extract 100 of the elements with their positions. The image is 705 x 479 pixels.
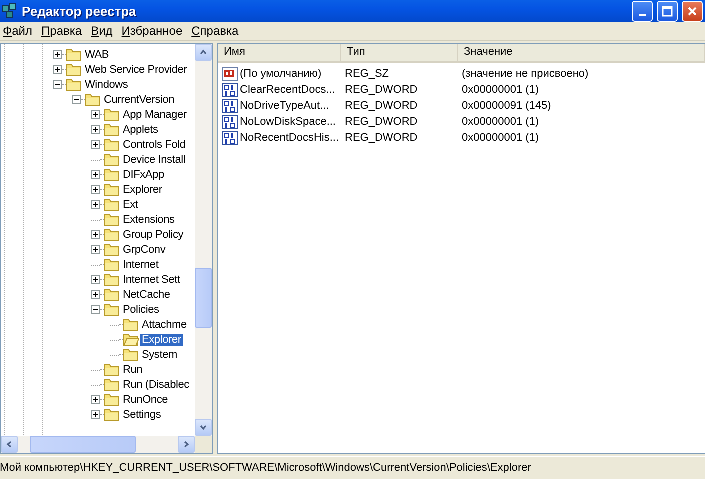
column-header[interactable]: Тип: [341, 44, 458, 61]
value-name[interactable]: NoRecentDocsHis...: [222, 131, 345, 145]
menu-item[interactable]: Справка: [188, 24, 245, 38]
maximize-button[interactable]: [657, 0, 678, 22]
tree-item[interactable]: Ext: [121, 198, 140, 210]
tree-item[interactable]: Web Service Provider: [83, 64, 190, 76]
expand-button[interactable]: [91, 140, 100, 149]
expand-button[interactable]: [91, 230, 100, 239]
folder-icon: [104, 212, 120, 226]
tree-item[interactable]: Applets: [121, 124, 160, 136]
minus-icon: [55, 82, 60, 87]
vertical-scrollbar[interactable]: [195, 44, 212, 436]
menu-item[interactable]: Вид: [88, 24, 119, 38]
plus-icon: [93, 112, 98, 117]
tree-item[interactable]: Internet: [121, 258, 161, 270]
folder-icon: [85, 92, 101, 106]
tree-item[interactable]: Attachme: [140, 318, 189, 330]
tree-item[interactable]: Run: [121, 364, 145, 376]
expand-button[interactable]: [53, 50, 62, 59]
plus-icon: [93, 397, 98, 402]
binary-value-icon: [222, 131, 238, 145]
value-name[interactable]: NoLowDiskSpace...: [222, 115, 345, 129]
tree-item[interactable]: GrpConv: [121, 244, 168, 256]
tree-item[interactable]: CurrentVersion: [102, 94, 177, 106]
tree-item[interactable]: Policies: [121, 304, 162, 316]
folder-icon: [66, 48, 82, 62]
value-type: REG_DWORD: [345, 84, 419, 96]
minimize-button[interactable]: [632, 0, 653, 22]
tree-item[interactable]: Extensions: [121, 214, 177, 226]
tree-item[interactable]: Explorer: [121, 184, 164, 196]
expand-button[interactable]: [91, 275, 100, 284]
tree-item[interactable]: Controls Fold: [121, 138, 188, 150]
expand-button[interactable]: [53, 65, 62, 74]
scroll-right-button[interactable]: [178, 436, 195, 453]
menu-item[interactable]: Избранное: [118, 24, 189, 38]
value-name[interactable]: (По умолчанию): [222, 67, 345, 81]
folder-icon: [104, 288, 120, 302]
menu-item[interactable]: Файл: [0, 24, 39, 38]
tree-item[interactable]: Internet Sett: [121, 274, 182, 286]
scroll-thumb[interactable]: [195, 268, 212, 328]
window-title: Редактор реестра: [22, 4, 138, 18]
expand-button[interactable]: [91, 170, 100, 179]
value-name[interactable]: ClearRecentDocs...: [222, 83, 345, 97]
string-value-icon: [222, 67, 238, 81]
plus-icon: [93, 142, 98, 147]
value-name-text: (По умолчанию): [240, 68, 322, 80]
value-type: REG_DWORD: [345, 132, 419, 144]
binary-value-icon: [222, 83, 238, 97]
expand-button[interactable]: [91, 290, 100, 299]
expand-button[interactable]: [91, 245, 100, 254]
value-name[interactable]: NoDriveTypeAut...: [222, 99, 345, 113]
tree-item[interactable]: Explorer: [140, 334, 184, 346]
tree-item[interactable]: Windows: [83, 78, 130, 90]
expand-button[interactable]: [91, 200, 100, 209]
collapse-button[interactable]: [72, 95, 81, 104]
folder-icon: [104, 198, 120, 212]
value-data: 0x00000091 (145): [462, 100, 552, 112]
collapse-button[interactable]: [91, 305, 100, 314]
tree-item[interactable]: NetCache: [121, 288, 172, 300]
horizontal-scrollbar[interactable]: [1, 436, 195, 453]
menu-item[interactable]: Правка: [38, 24, 88, 38]
close-button[interactable]: [682, 0, 703, 22]
tree-item[interactable]: Settings: [121, 408, 164, 420]
minimize-icon: [639, 14, 646, 16]
registry-icon: [2, 3, 18, 19]
value-data: 0x00000001 (1): [462, 132, 540, 144]
value-type: REG_DWORD: [345, 116, 419, 128]
scroll-left-button[interactable]: [1, 436, 18, 453]
tree-item[interactable]: Group Policy: [121, 228, 186, 240]
plus-icon: [93, 172, 98, 177]
close-icon: [687, 6, 698, 16]
scroll-up-button[interactable]: [195, 44, 212, 61]
scroll-thumb[interactable]: [30, 436, 136, 453]
tree-item[interactable]: DIFxApp: [121, 168, 166, 180]
expand-button[interactable]: [91, 110, 100, 119]
folder-icon: [104, 138, 120, 152]
minus-icon: [93, 307, 98, 312]
collapse-button[interactable]: [53, 80, 62, 89]
value-data: 0x00000001 (1): [462, 84, 540, 96]
minus-icon: [74, 97, 79, 102]
column-header[interactable]: Значение: [458, 44, 705, 61]
tree-item[interactable]: RunOnce: [121, 394, 170, 406]
expand-button[interactable]: [91, 410, 100, 419]
expand-button[interactable]: [91, 125, 100, 134]
plus-icon: [55, 67, 60, 72]
tree-item[interactable]: Run (Disablec: [121, 378, 192, 390]
tree-item[interactable]: WAB: [83, 48, 112, 60]
expand-button[interactable]: [91, 185, 100, 194]
column-header[interactable]: Имя: [218, 44, 341, 61]
tree-item[interactable]: App Manager: [121, 108, 189, 120]
binary-value-icon: [222, 115, 238, 129]
tree-item[interactable]: Device Install: [121, 154, 188, 166]
value-name-text: NoLowDiskSpace...: [240, 116, 336, 128]
scrollbar-corner: [195, 436, 212, 453]
binary-value-icon: [222, 99, 238, 113]
expand-button[interactable]: [91, 395, 100, 404]
value-type: REG_DWORD: [345, 100, 419, 112]
tree-item[interactable]: System: [140, 348, 180, 360]
plus-icon: [93, 247, 98, 252]
scroll-down-button[interactable]: [195, 419, 212, 436]
